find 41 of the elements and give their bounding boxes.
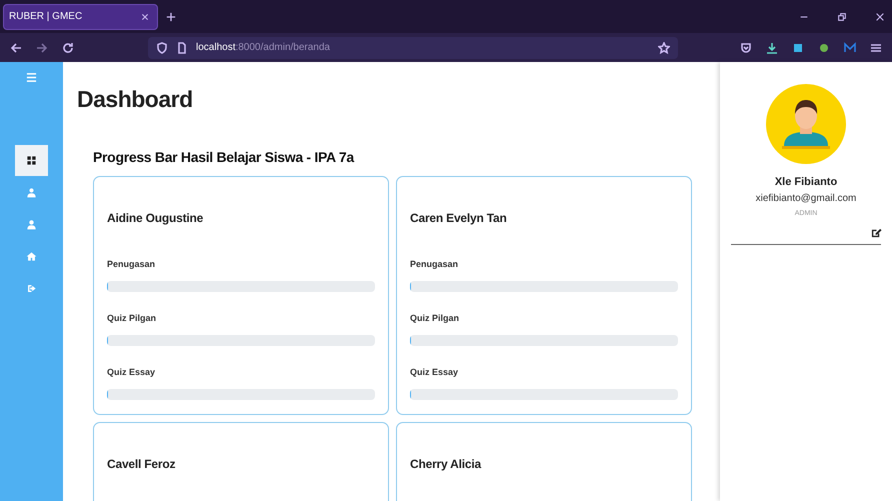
close-icon[interactable]	[876, 12, 884, 20]
shield-icon	[156, 42, 168, 54]
profile-email: xiefibianto@gmail.com	[756, 193, 856, 204]
forward-arrow-icon[interactable]	[36, 42, 48, 54]
url-text: localhost:8000/admin/beranda	[196, 42, 330, 53]
exit-icon	[26, 283, 37, 294]
progress-label: Quiz Pilgan	[410, 313, 460, 323]
reload-icon[interactable]	[62, 42, 74, 54]
student-name: Cherry Alicia	[410, 457, 482, 471]
extension-icon[interactable]	[792, 42, 804, 54]
student-name: Cavell Feroz	[107, 457, 176, 471]
extension-icon[interactable]	[818, 42, 830, 54]
house-icon	[26, 251, 37, 262]
download-icon[interactable]	[766, 42, 778, 54]
address-bar[interactable]: localhost:8000/admin/beranda	[148, 36, 678, 58]
menu-icon[interactable]	[870, 42, 882, 54]
edit-icon[interactable]	[871, 227, 882, 238]
section-title: Progress Bar Hasil Belajar Siswa - IPA 7a	[93, 149, 356, 165]
progress-label: Penugasan	[107, 259, 156, 269]
progress-label: Penugasan	[410, 259, 460, 269]
browser-tab[interactable]: RUBER | GMEC	[3, 4, 158, 30]
grid-icon	[26, 155, 37, 166]
restore-icon[interactable]	[838, 12, 846, 20]
star-icon[interactable]	[658, 42, 670, 54]
plus-icon[interactable]	[166, 12, 176, 22]
profile-name: Xle Fibianto	[774, 176, 838, 188]
sidebar-item[interactable]	[15, 145, 48, 176]
close-icon[interactable]	[141, 12, 149, 20]
person-icon	[26, 187, 37, 198]
page-title: Dashboard	[77, 86, 194, 113]
student-name: Aidine Ougustine	[107, 211, 204, 225]
progress-label: Quiz Pilgan	[107, 313, 158, 323]
tab-title: RUBER | GMEC	[9, 11, 82, 22]
progress-label: Quiz Essay	[107, 367, 156, 377]
pocket-icon[interactable]	[740, 42, 752, 54]
person-icon	[26, 219, 37, 230]
extension-icon[interactable]	[844, 42, 856, 54]
student-name: Caren Evelyn Tan	[410, 211, 508, 225]
progress-label: Quiz Essay	[410, 367, 460, 377]
page-icon	[176, 42, 188, 54]
back-arrow-icon[interactable]	[10, 42, 22, 54]
